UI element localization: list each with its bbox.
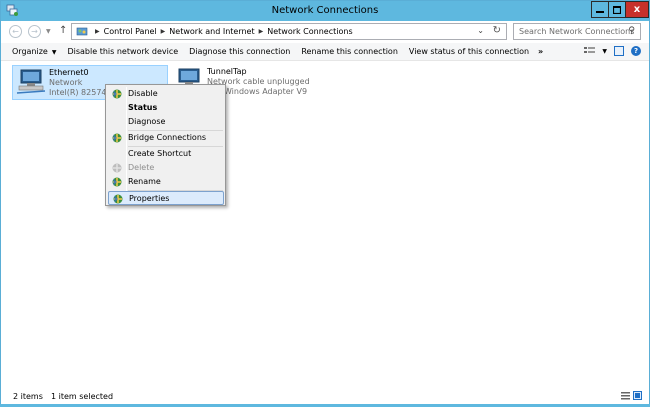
breadcrumb-network-and-internet[interactable]: Network and Internet xyxy=(169,27,254,36)
forward-button[interactable]: → xyxy=(28,25,41,38)
up-arrow-icon[interactable]: ↑ xyxy=(59,25,67,36)
help-icon[interactable]: ? xyxy=(631,46,641,56)
menu-item-label: Rename xyxy=(128,177,161,186)
shield-icon xyxy=(113,194,123,204)
back-button[interactable]: ← xyxy=(9,25,22,38)
back-arrow-icon: ← xyxy=(12,27,19,36)
menu-item-label: Create Shortcut xyxy=(128,149,192,158)
navigation-bar: ← → ▼ ↑ ▶ Control Panel ▶ Network and In… xyxy=(1,21,649,43)
control-panel-icon xyxy=(76,27,88,35)
maximize-icon xyxy=(613,5,621,14)
connection-device: Intel(R) 82574L Gigabit Network Connecti… xyxy=(49,88,111,97)
breadcrumb-network-connections[interactable]: Network Connections xyxy=(267,27,352,36)
search-placeholder: Search Network Connections xyxy=(519,27,635,36)
breadcrumb-separator-icon[interactable]: ▶ xyxy=(259,28,264,35)
disable-device-button[interactable]: Disable this network device xyxy=(67,47,178,56)
minimize-icon xyxy=(596,10,604,13)
context-menu: Disable Status Diagnose Bridge Connectio… xyxy=(105,84,226,206)
menu-item-delete: Delete xyxy=(108,161,224,175)
preview-pane-icon[interactable] xyxy=(614,46,624,56)
breadcrumb-control-panel[interactable]: Control Panel xyxy=(104,27,157,36)
menu-item-diagnose[interactable]: Diagnose xyxy=(108,115,224,129)
status-bar: 2 items 1 item selected xyxy=(1,386,649,406)
details-view-icon[interactable] xyxy=(621,391,630,400)
search-input[interactable]: Search Network Connections ⚲ xyxy=(513,23,641,40)
menu-item-label: Delete xyxy=(128,163,155,172)
shield-icon xyxy=(112,177,122,187)
forward-arrow-icon: → xyxy=(31,27,38,36)
organize-button[interactable]: Organize ▼ xyxy=(12,47,56,56)
selection-count: 1 item selected xyxy=(51,392,114,401)
recent-locations-chevron-icon[interactable]: ▼ xyxy=(46,28,51,35)
item-count: 2 items xyxy=(13,392,43,401)
menu-item-disable[interactable]: Disable xyxy=(108,87,224,101)
chevron-down-icon: ▼ xyxy=(51,49,57,56)
shield-icon xyxy=(112,133,122,143)
menu-item-label: Properties xyxy=(129,194,170,203)
toolbar-overflow-button[interactable]: » xyxy=(538,47,543,56)
network-adapter-icon xyxy=(16,69,46,94)
menu-item-label: Diagnose xyxy=(128,117,166,126)
title-bar: Network Connections x xyxy=(1,1,649,21)
address-dropdown-icon[interactable]: ⌄ xyxy=(477,26,484,35)
connections-list: Ethernet0 Network Intel(R) 82574L Gigabi… xyxy=(1,61,649,384)
address-bar[interactable]: ▶ Control Panel ▶ Network and Internet ▶… xyxy=(71,23,507,40)
menu-item-label: Bridge Connections xyxy=(128,133,207,142)
rename-connection-button[interactable]: Rename this connection xyxy=(301,47,398,56)
menu-item-properties[interactable]: Properties xyxy=(108,191,224,205)
breadcrumb-separator-icon[interactable]: ▶ xyxy=(95,28,100,35)
close-button[interactable]: x xyxy=(625,1,649,18)
diagnose-connection-button[interactable]: Diagnose this connection xyxy=(189,47,290,56)
connection-name: Ethernet0 xyxy=(49,68,89,77)
menu-item-rename[interactable]: Rename xyxy=(108,175,224,189)
maximize-button[interactable] xyxy=(608,1,626,18)
menu-item-label: Disable xyxy=(128,89,158,98)
command-bar: Organize ▼ Disable this network device Di… xyxy=(1,43,649,61)
change-view-icon[interactable] xyxy=(584,46,596,56)
view-options-chevron-icon[interactable]: ▼ xyxy=(602,48,607,55)
connection-status: Network xyxy=(49,78,83,87)
minimize-button[interactable] xyxy=(591,1,609,18)
search-icon[interactable]: ⚲ xyxy=(628,26,635,36)
large-icons-view-icon[interactable] xyxy=(633,391,642,400)
menu-item-create-shortcut[interactable]: Create Shortcut xyxy=(108,147,224,161)
close-icon: x xyxy=(633,4,641,15)
window-title: Network Connections xyxy=(271,5,379,16)
view-status-button[interactable]: View status of this connection xyxy=(409,47,529,56)
connection-name: TunnelTap xyxy=(207,67,247,76)
menu-item-label: Status xyxy=(128,103,158,112)
shield-icon xyxy=(112,163,122,173)
shield-icon xyxy=(112,89,122,99)
explorer-window: Network Connections x ← → ▼ ↑ ▶ Control … xyxy=(0,0,650,407)
menu-item-status[interactable]: Status xyxy=(108,101,224,115)
refresh-icon[interactable]: ↻ xyxy=(493,25,501,36)
menu-item-bridge-connections[interactable]: Bridge Connections xyxy=(108,131,224,145)
breadcrumb-separator-icon[interactable]: ▶ xyxy=(161,28,166,35)
